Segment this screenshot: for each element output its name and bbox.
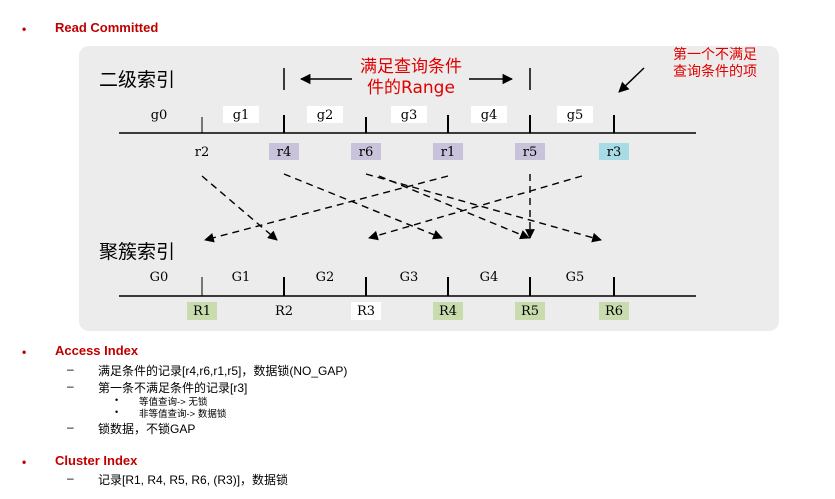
arrow-r2-to-R2 [201, 175, 278, 241]
dash-access-item-3: – [67, 420, 74, 434]
subdot-1: • [115, 395, 119, 405]
range-label-line1: 满足查询条件 [360, 57, 462, 77]
secondary-record-r6: r6 [359, 145, 374, 160]
cluster-record-R4: R4 [439, 304, 457, 319]
first-unmatched-line2: 查询条件的项 [673, 63, 757, 80]
cluster-record-R5: R5 [521, 304, 539, 319]
cluster-record-R2: R2 [275, 304, 293, 319]
dash-access-item-1: – [67, 362, 74, 376]
secondary-record-r3: r3 [607, 145, 622, 160]
cluster-gap-G4: G4 [480, 270, 499, 285]
secondary-gap-g0: g0 [151, 108, 168, 123]
lock-diagram: 二级索引 聚簇索引 满足查询条件 件的Range 第一个不满足 查询条件的项 g… [99, 46, 757, 320]
access-item-3: 锁数据，不锁GAP [98, 422, 196, 436]
secondary-gap-g4: g4 [481, 108, 498, 123]
dash-cluster-item-1: – [67, 471, 74, 485]
secondary-record-r1: r1 [441, 145, 456, 160]
cluster-record-R1: R1 [193, 304, 211, 319]
cluster-item-1: 记录[R1, R4, R5, R6, (R3)]，数据锁 [98, 473, 289, 487]
first-unmatched-line1: 第一个不满足 [673, 46, 757, 63]
secondary-gap-g2: g2 [317, 108, 334, 123]
arrow-r1-to-R1 [204, 175, 449, 243]
secondary-index-records: r2 r4 r6 r1 r5 r3 [195, 143, 629, 160]
heading-cluster-index: Cluster Index [55, 453, 138, 468]
access-item-1: 满足条件的记录[r4,r6,r1,r5]，数据锁(NO_GAP) [98, 364, 348, 378]
access-subitem-2: 非等值查询-> 数据锁 [139, 409, 227, 420]
secondary-gap-g1: g1 [233, 108, 250, 123]
record-mapping-arrows [201, 173, 602, 243]
cluster-record-R3: R3 [357, 304, 375, 319]
secondary-index-gaps: g0 g1 g2 g3 g4 g5 [151, 106, 593, 123]
heading-access-index: Access Index [55, 343, 139, 358]
cluster-gap-G5: G5 [566, 270, 585, 285]
cluster-index-title: 聚簇索引 [99, 241, 175, 263]
secondary-gap-g5: g5 [567, 108, 584, 123]
arrow-r3-cross [378, 175, 530, 240]
arrow-r6-to-R6 [365, 173, 602, 243]
secondary-index-title: 二级索引 [99, 69, 175, 91]
bullet-read-committed: • [22, 22, 27, 36]
dash-access-item-2: – [67, 379, 74, 393]
cluster-gap-G0: G0 [150, 270, 169, 285]
subdot-2: • [115, 407, 119, 417]
first-unmatched-arrow [618, 67, 645, 93]
lock-diagram-panel: 二级索引 聚簇索引 满足查询条件 件的Range 第一个不满足 查询条件的项 g… [79, 46, 779, 331]
heading-read-committed: Read Committed [55, 20, 159, 35]
secondary-record-r4: r4 [277, 145, 292, 160]
arrow-r3-to-R3 [368, 175, 583, 241]
range-label-line2: 件的Range [367, 78, 455, 98]
secondary-record-r2: r2 [195, 145, 210, 160]
cluster-gap-G3: G3 [400, 270, 419, 285]
cluster-record-R6: R6 [605, 304, 623, 319]
cluster-index-records: R1 R2 R3 R4 R5 R6 [187, 302, 629, 320]
cluster-gap-G2: G2 [316, 270, 335, 285]
bullet-access-index: • [22, 345, 27, 359]
cluster-gap-G1: G1 [232, 270, 251, 285]
secondary-record-r5: r5 [523, 145, 538, 160]
secondary-gap-g3: g3 [401, 108, 418, 123]
bullet-cluster-index: • [22, 455, 27, 469]
